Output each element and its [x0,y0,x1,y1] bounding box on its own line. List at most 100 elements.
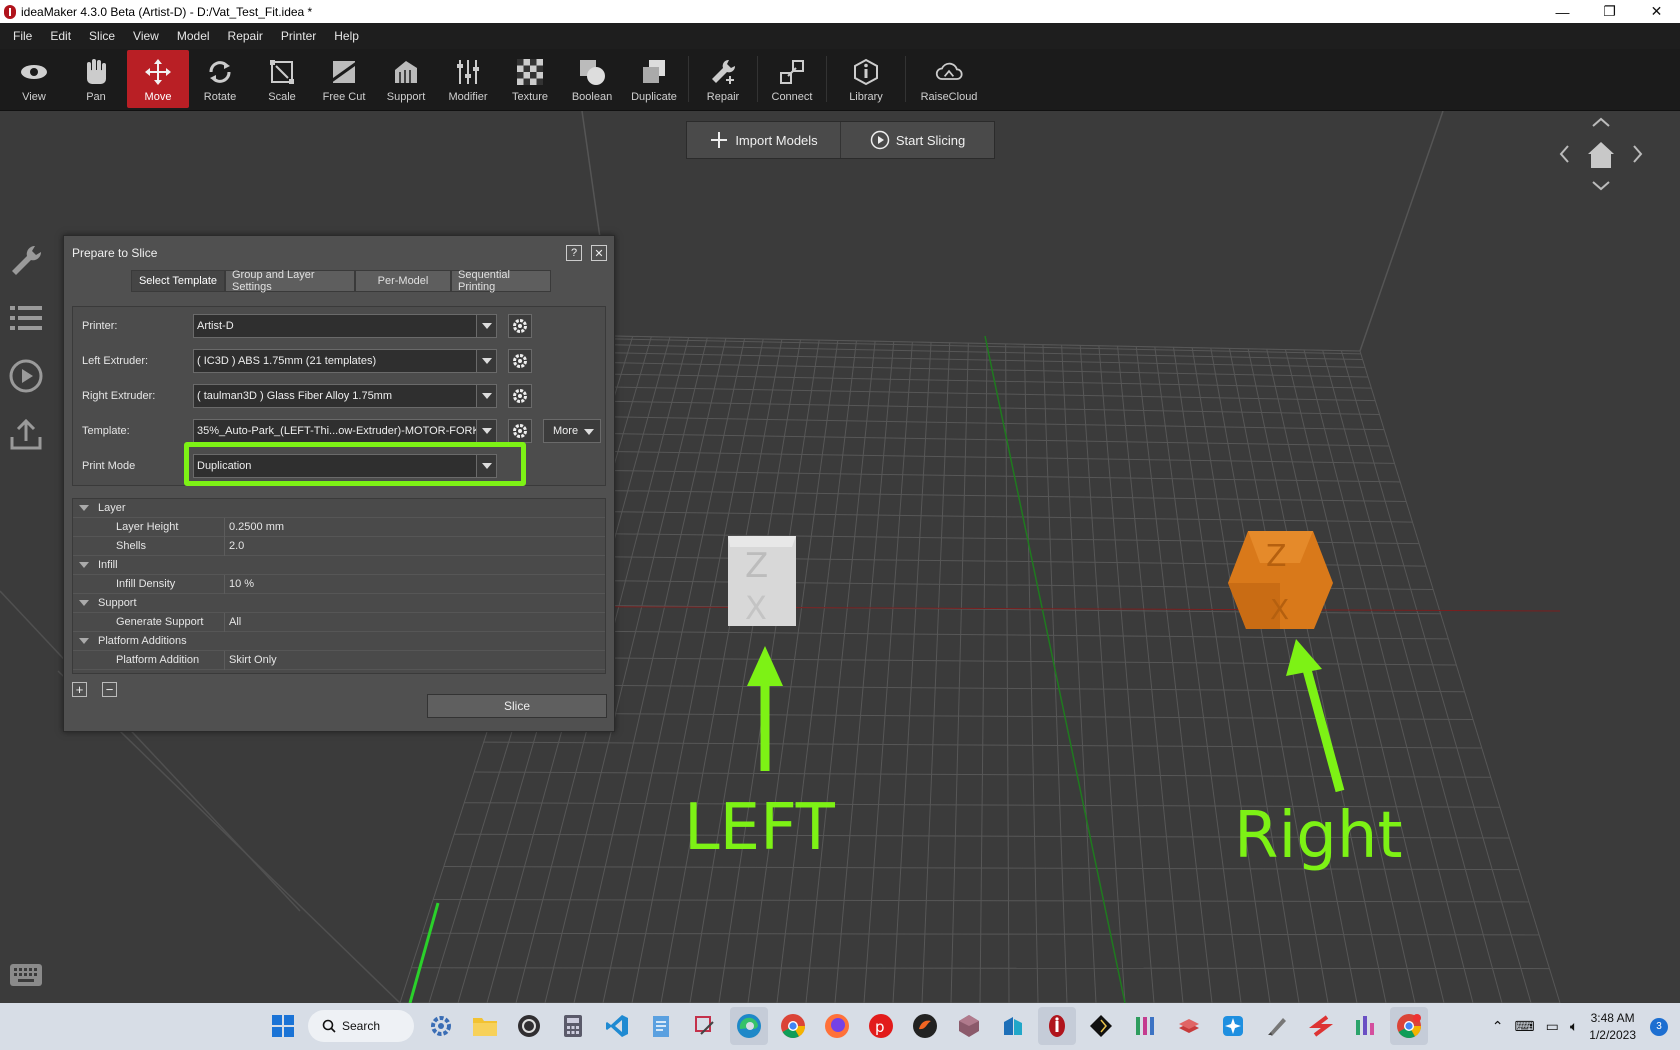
keyboard-icon[interactable] [0,946,52,1003]
add-setting-button[interactable]: + [72,682,87,697]
tab-group-layer-settings[interactable]: Group and Layer Settings [225,269,355,293]
menu-edit[interactable]: Edit [41,29,80,43]
minimize-button[interactable]: — [1539,4,1586,20]
obs-icon[interactable] [510,1007,548,1045]
tree-group-support[interactable]: Support [73,594,605,613]
collapse-triangle-icon[interactable] [79,505,89,511]
notepad-icon[interactable] [642,1007,680,1045]
collapse-triangle-icon[interactable] [79,638,89,644]
tree-group-layer[interactable]: Layer [73,499,605,518]
import-models-button[interactable]: Import Models [687,122,841,158]
wrench-icon[interactable] [0,231,52,289]
tree-row[interactable]: Platform Addition Skirt Only [73,650,605,670]
app-blue-star-icon[interactable] [1214,1007,1252,1045]
app-swirl-icon[interactable] [906,1007,944,1045]
snipping-tool-icon[interactable] [686,1007,724,1045]
list-icon[interactable] [0,289,52,347]
scale-tool-button[interactable]: Scale [251,50,313,108]
collapse-triangle-icon[interactable] [79,600,89,606]
menu-model[interactable]: Model [168,29,219,43]
app-stack-icon[interactable] [1170,1007,1208,1045]
edge-icon[interactable] [730,1007,768,1045]
duplicate-tool-button[interactable]: Duplicate [623,50,685,108]
tree-group-platform-additions[interactable]: Platform Additions [73,632,605,651]
collapse-triangle-icon[interactable] [79,562,89,568]
remove-setting-button[interactable]: − [102,682,117,697]
volume-icon[interactable]: 🔈︎ [1570,1018,1578,1035]
app-teal-icon[interactable] [994,1007,1032,1045]
tree-group-infill[interactable]: Infill [73,556,605,575]
template-select[interactable]: 35%_Auto-Park_(LEFT-Thi...ow-Extruder)-M… [193,419,497,443]
chevron-up-icon[interactable]: ⌃ [1492,1018,1504,1035]
app-bars-icon[interactable] [1126,1007,1164,1045]
left-extruder-select[interactable]: ( IC3D ) ABS 1.75mm (21 templates) [193,349,497,373]
menu-printer[interactable]: Printer [272,29,325,43]
free-cut-tool-button[interactable]: Free Cut [313,50,375,108]
menu-slice[interactable]: Slice [80,29,124,43]
menu-view[interactable]: View [124,29,168,43]
chrome-icon[interactable] [774,1007,812,1045]
right-extruder-select[interactable]: ( taulman3D ) Glass Fiber Alloy 1.75mm [193,384,497,408]
upload-icon[interactable] [0,405,52,463]
right-extruder-settings-button[interactable] [508,384,532,408]
menu-file[interactable]: File [4,29,41,43]
app-equalizer-icon[interactable] [1346,1007,1384,1045]
home-view-icon[interactable] [1588,142,1614,168]
taskbar-clock[interactable]: 3:48 AM 1/2/2023 [1589,1010,1636,1044]
app-p-icon[interactable]: p [862,1007,900,1045]
left-extruder-settings-button[interactable] [508,349,532,373]
support-tool-button[interactable]: Support [375,50,437,108]
tree-row[interactable]: Layer Height 0.2500 mm [73,517,605,537]
keyboard-tray-icon[interactable]: ⌨ [1514,1018,1534,1035]
maximize-button[interactable]: ❐ [1586,3,1633,20]
view-down-icon[interactable] [1592,181,1610,191]
printer-select[interactable]: Artist-D [193,314,497,338]
chrome-profile-icon[interactable] [1390,1007,1428,1045]
view-up-icon[interactable] [1592,117,1610,127]
help-button[interactable]: ? [566,245,582,261]
menu-help[interactable]: Help [325,29,368,43]
view-navigation-cluster[interactable] [1556,114,1646,204]
menu-repair[interactable]: Repair [219,29,272,43]
view-left-icon[interactable] [1559,145,1569,163]
ideamaker-icon[interactable] [1038,1007,1076,1045]
view-tool-button[interactable]: View [3,50,65,108]
network-icon[interactable]: ▭ [1546,1018,1559,1035]
template-settings-button[interactable] [508,419,532,443]
tree-row[interactable]: Generate Support All [73,612,605,632]
app-black-diamond-icon[interactable] [1082,1007,1120,1045]
pan-tool-button[interactable]: Pan [65,50,127,108]
raisecloud-tool-button[interactable]: RaiseCloud [909,50,989,108]
file-explorer-icon[interactable] [466,1007,504,1045]
start-slicing-button[interactable]: Start Slicing [841,122,994,158]
close-window-button[interactable]: ✕ [1633,3,1680,20]
app-brush-icon[interactable] [1258,1007,1296,1045]
tab-select-template[interactable]: Select Template [131,270,225,292]
connect-tool-button[interactable]: Connect [761,50,823,108]
modifier-tool-button[interactable]: Modifier [437,50,499,108]
taskbar-search[interactable]: Search [308,1010,414,1042]
texture-tool-button[interactable]: Texture [499,50,561,108]
right-cube-model[interactable]: Z X [1228,531,1333,629]
calculator-icon[interactable] [554,1007,592,1045]
tab-per-model[interactable]: Per-Model [355,270,451,292]
printer-settings-button[interactable] [508,314,532,338]
left-cube-model[interactable]: Z X [728,536,796,627]
start-icon[interactable] [264,1007,302,1045]
close-dialog-button[interactable]: ✕ [591,245,607,261]
repair-tool-button[interactable]: Repair [692,50,754,108]
library-tool-button[interactable]: Library [830,50,902,108]
rotate-tool-button[interactable]: Rotate [189,50,251,108]
more-button[interactable]: More [543,419,601,443]
app-hex-icon[interactable] [950,1007,988,1045]
boolean-tool-button[interactable]: Boolean [561,50,623,108]
notification-badge[interactable]: 3 [1650,1017,1668,1036]
tree-row[interactable]: Infill Density 10 % [73,574,605,594]
settings-app-icon[interactable] [422,1007,460,1045]
vscode-icon[interactable] [598,1007,636,1045]
view-right-icon[interactable] [1633,145,1643,163]
firefox-icon[interactable] [818,1007,856,1045]
move-tool-button[interactable]: Move [127,50,189,108]
tree-row[interactable]: Shells 2.0 [73,536,605,556]
tab-sequential-printing[interactable]: Sequential Printing [451,269,551,293]
